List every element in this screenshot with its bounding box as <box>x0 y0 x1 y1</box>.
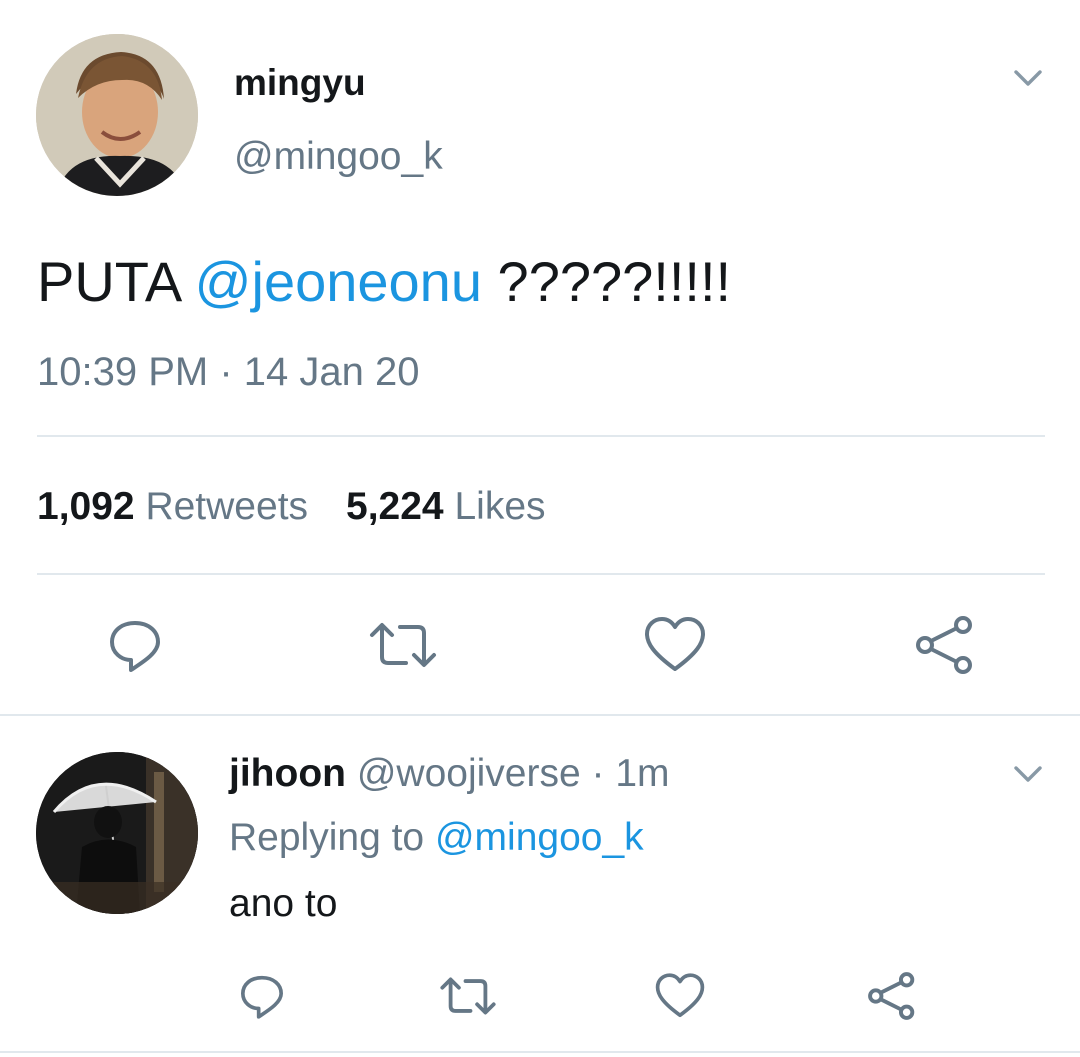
reply-separator: · <box>580 752 616 795</box>
reply-icon[interactable] <box>100 610 170 680</box>
divider <box>37 435 1045 437</box>
reply-time[interactable]: 1m <box>615 752 669 795</box>
tweet-text-prefix: PUTA <box>37 250 195 313</box>
retweets-label: Retweets <box>145 485 309 528</box>
heart-icon[interactable] <box>650 966 710 1026</box>
retweets-stat[interactable]: 1,092 Retweets <box>37 485 308 528</box>
engagement-stats: 1,092 Retweets 5,224 Likes <box>37 482 546 532</box>
retweets-count: 1,092 <box>37 485 135 528</box>
reply-header: jihoon @woojiverse · 1m <box>229 750 670 798</box>
likes-count: 5,224 <box>346 485 444 528</box>
share-icon[interactable] <box>862 966 922 1026</box>
tweet-timestamp[interactable]: 10:39 PM · 14 Jan 20 <box>37 347 419 397</box>
reply-author-avatar[interactable] <box>36 752 198 914</box>
divider <box>37 573 1045 575</box>
author-handle[interactable]: @mingoo_k <box>234 134 443 180</box>
author-avatar[interactable] <box>36 34 198 196</box>
tweet-mention-link[interactable]: @jeoneonu <box>195 250 482 313</box>
replying-to-prefix: Replying to <box>229 816 435 859</box>
replying-to: Replying to @mingoo_k <box>229 814 644 862</box>
reply-icon[interactable] <box>232 966 292 1026</box>
likes-stat[interactable]: 5,224 Likes <box>346 485 546 528</box>
retweet-icon[interactable] <box>368 610 438 680</box>
tweet-text: PUTA @jeoneonu ?????!!!!! <box>37 249 731 315</box>
chevron-down-icon[interactable] <box>1010 756 1046 792</box>
author-name[interactable]: mingyu <box>234 60 366 106</box>
reply-author-handle[interactable]: @woojiverse <box>357 752 581 795</box>
reply-author-name[interactable]: jihoon <box>229 752 346 795</box>
chevron-down-icon[interactable] <box>1010 60 1046 96</box>
heart-icon[interactable] <box>640 610 710 680</box>
share-icon[interactable] <box>910 610 980 680</box>
reply-text: ano to <box>229 882 338 925</box>
replying-to-handle[interactable]: @mingoo_k <box>435 816 644 859</box>
retweet-icon[interactable] <box>438 966 498 1026</box>
tweet-text-suffix: ?????!!!!! <box>481 250 732 313</box>
divider <box>0 1051 1080 1053</box>
likes-label: Likes <box>454 485 546 528</box>
divider <box>0 714 1080 716</box>
